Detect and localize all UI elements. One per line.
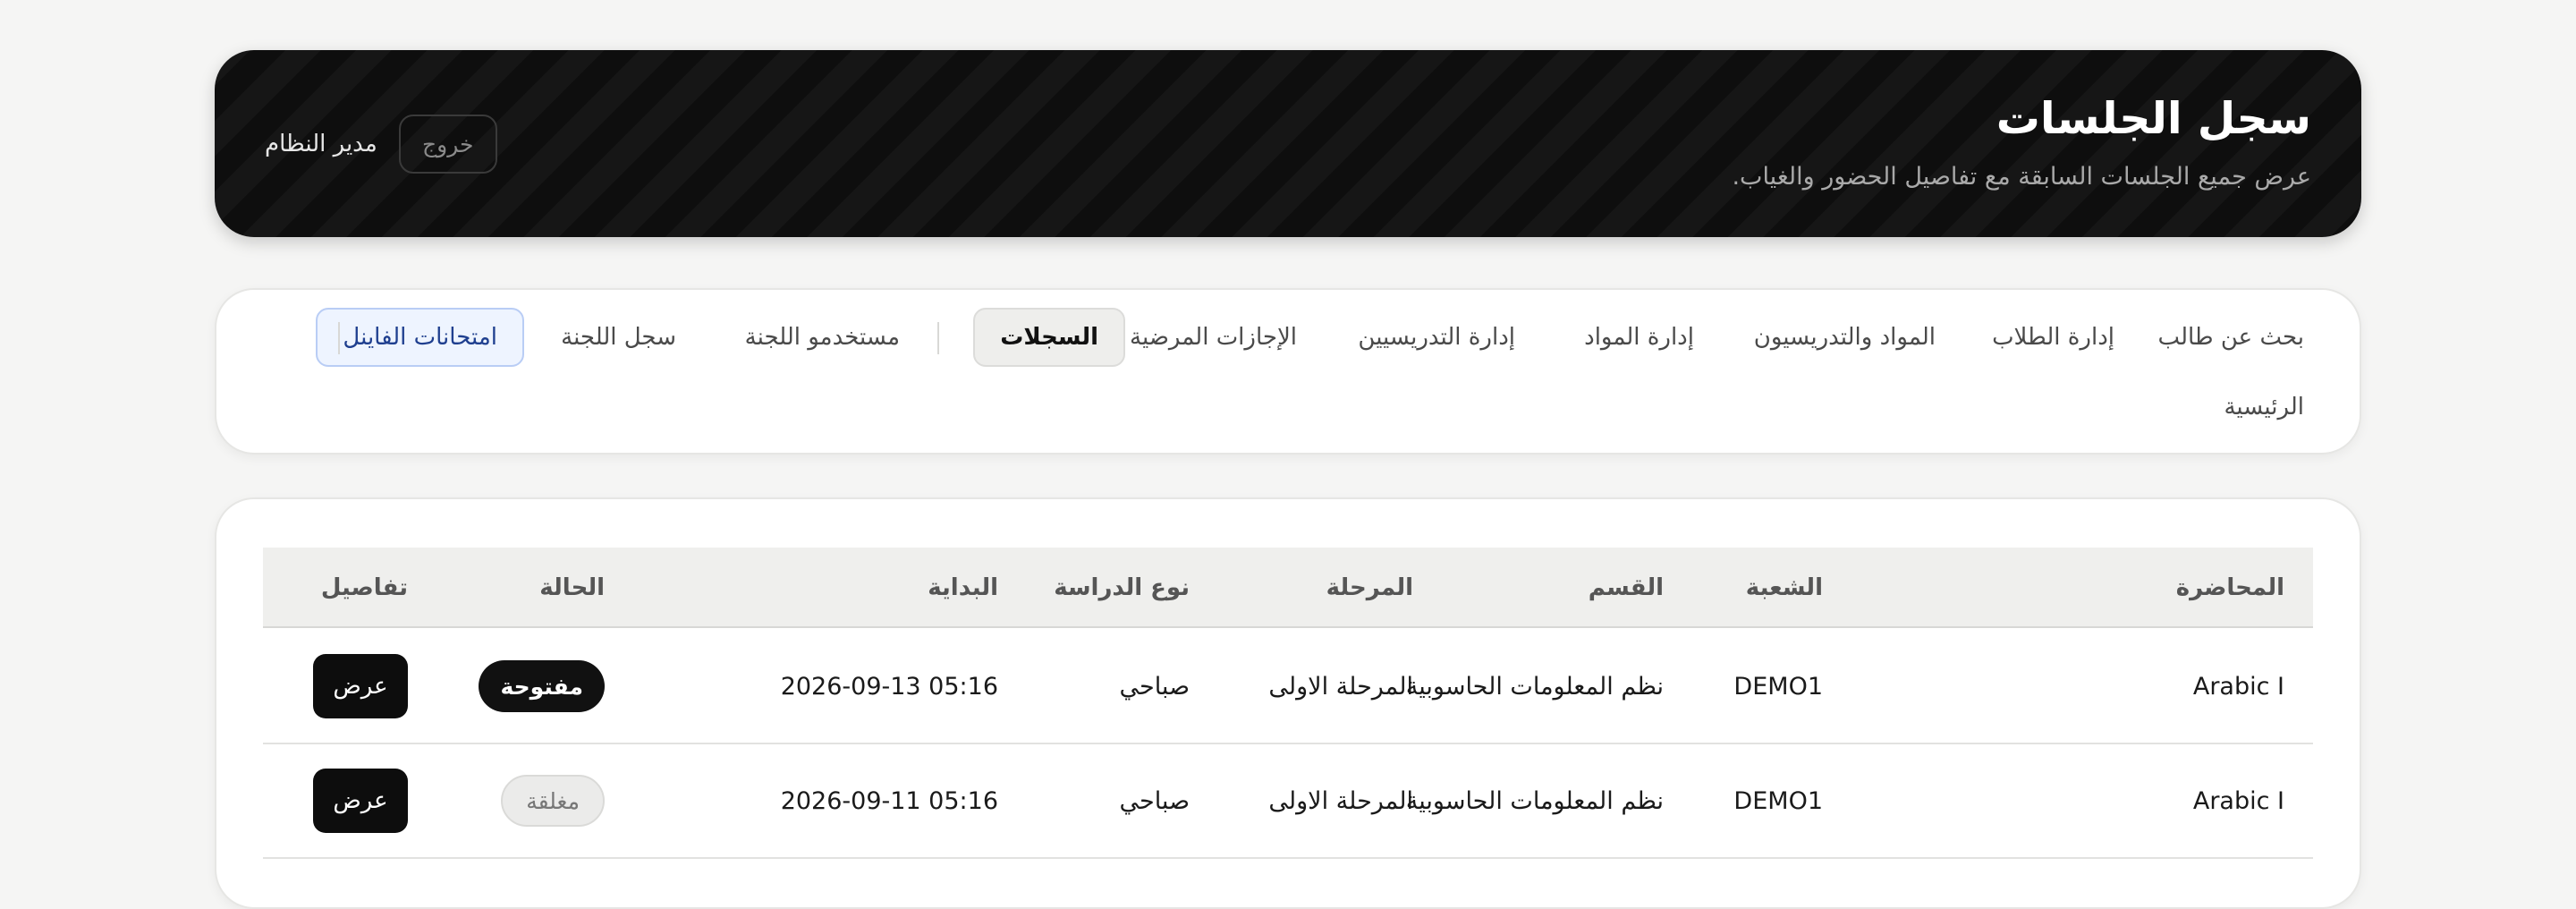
column-header-status: الحالة (539, 574, 605, 601)
nav-item-teachers[interactable]: إدارة التدريسيين (1333, 308, 1540, 367)
nav-item-subjects[interactable]: إدارة المواد (1559, 308, 1719, 367)
table-header: المحاضرة الشعبة القسم المرحلة نوع الدراس… (263, 548, 2313, 628)
cell-section: DEMO1 (1733, 672, 1823, 701)
cell-details: عرض (313, 630, 408, 743)
nav-separator (937, 322, 939, 354)
nav-item-home[interactable]: الرئيسية (2199, 378, 2329, 437)
view-button[interactable]: عرض (313, 769, 408, 833)
page-header: سجل الجلسات عرض جميع الجلسات السابقة مع … (215, 50, 2361, 237)
nav-item-sick-leaves[interactable]: الإجازات المرضية (1105, 308, 1322, 367)
table-row: Arabic I DEMO1 نظم المعلومات الحاسوبية ا… (263, 744, 2313, 859)
cell-start: 2026-09-13 05:16 (780, 672, 998, 701)
column-header-stage: المرحلة (1326, 574, 1413, 601)
cell-start: 2026-09-11 05:16 (780, 786, 998, 815)
column-header-start: البداية (928, 574, 998, 601)
status-badge-closed: مغلقة (501, 775, 605, 827)
page-title: سجل الجلسات (1996, 93, 2311, 144)
nav-separator (338, 322, 340, 354)
cell-lecture: Arabic I (2192, 786, 2284, 815)
cell-section: DEMO1 (1733, 786, 1823, 815)
nav-item-final-exams[interactable]: امتحانات الفاينل (316, 308, 524, 367)
nav-item-committee-users[interactable]: مستخدمو اللجنة (720, 308, 925, 367)
cell-status: مفتوحة (479, 630, 605, 743)
cell-lecture: Arabic I (2192, 672, 2284, 701)
column-header-lecture: المحاضرة (2175, 574, 2284, 601)
column-header-study-type: نوع الدراسة (1054, 574, 1190, 601)
nav-item-committee-log[interactable]: سجل اللجنة (536, 308, 701, 367)
sessions-table-card: المحاضرة الشعبة القسم المرحلة نوع الدراس… (215, 497, 2361, 909)
cell-study-type: صباحي (1119, 786, 1191, 815)
nav-item-records[interactable]: السجلات (973, 308, 1125, 367)
status-badge-open: مفتوحة (479, 660, 605, 712)
cell-status: مغلقة (501, 744, 605, 857)
cell-study-type: صباحي (1119, 672, 1191, 701)
column-header-details: تفاصيل (320, 574, 408, 601)
cell-details: عرض (313, 744, 408, 857)
view-button[interactable]: عرض (313, 654, 408, 718)
cell-stage: المرحلة الاولى (1268, 672, 1413, 701)
cell-department: نظم المعلومات الحاسوبية (1405, 786, 1664, 815)
nav-item-student-search[interactable]: بحث عن طالب (2133, 308, 2329, 367)
cell-stage: المرحلة الاولى (1268, 786, 1413, 815)
cell-department: نظم المعلومات الحاسوبية (1405, 672, 1664, 701)
page-subtitle: عرض جميع الجلسات السابقة مع تفاصيل الحضو… (1732, 163, 2311, 191)
logout-button[interactable]: خروج (398, 115, 497, 174)
table-row: Arabic I DEMO1 نظم المعلومات الحاسوبية ا… (263, 630, 2313, 744)
user-area: مدير النظام خروج (265, 115, 497, 174)
main-nav: بحث عن طالب إدارة الطلاب المواد والتدريس… (215, 288, 2361, 454)
nav-item-students[interactable]: إدارة الطلاب (1967, 308, 2140, 367)
column-header-section: الشعبة (1745, 574, 1823, 601)
user-name: مدير النظام (265, 131, 377, 157)
nav-item-subjects-teachers[interactable]: المواد والتدريسيون (1729, 308, 1961, 367)
column-header-department: القسم (1588, 574, 1664, 601)
